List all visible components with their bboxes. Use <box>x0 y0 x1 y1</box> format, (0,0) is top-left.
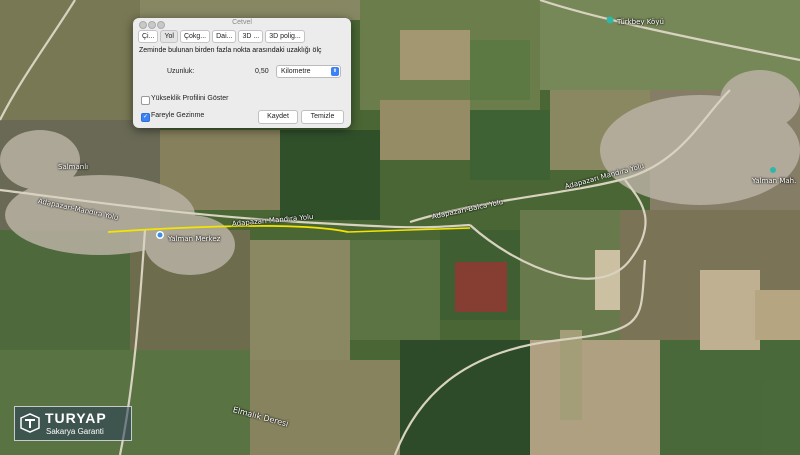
length-label: Uzunluk: <box>167 68 195 75</box>
elevation-profile-checkbox[interactable] <box>141 96 150 105</box>
logo-subtitle: Sakarya Garanti <box>46 427 104 436</box>
logo-name: TURYAP <box>45 410 107 426</box>
elevation-profile-label: Yükseklik Profilini Göster <box>151 95 229 102</box>
map-label-salmanli: Salmanlı <box>58 163 89 171</box>
unit-select[interactable]: Kilometre ⬍ <box>276 65 341 78</box>
tab-bar: Çi... Yol Çokg... Dai... 3D ... 3D polig… <box>138 30 305 43</box>
tab-3d-path[interactable]: 3D ... <box>238 30 264 43</box>
dialog-description: Zeminde bulunan birden fazla nokta arası… <box>139 47 322 54</box>
map-label-top-right: Türkbey Köyü <box>617 18 664 26</box>
map-label-village-right: Yalman Mah. <box>752 177 797 185</box>
map-label-yalman-merkez: Yalman Merkez <box>168 235 221 243</box>
tab-circle[interactable]: Dai... <box>212 30 237 43</box>
dialog-title: Cetvel <box>232 19 252 26</box>
clear-button[interactable]: Temizle <box>301 110 344 124</box>
unit-select-value: Kilometre <box>281 68 311 75</box>
satellite-map[interactable] <box>0 0 800 455</box>
dialog-titlebar[interactable]: Cetvel <box>133 18 351 29</box>
turyap-logo: TURYAP Sakarya Garanti <box>14 406 132 441</box>
ruler-dialog: Cetvel Çi... Yol Çokg... Dai... 3D ... 3… <box>133 18 351 128</box>
turyap-logo-icon <box>20 413 40 433</box>
mouse-navigation-checkbox[interactable]: ✓ <box>141 113 150 122</box>
mouse-navigation-label: Fareyle Gezinme <box>151 112 205 119</box>
tab-path[interactable]: Yol <box>160 30 178 43</box>
save-button[interactable]: Kaydet <box>258 110 298 124</box>
tab-line[interactable]: Çi... <box>138 30 159 43</box>
tab-3d-polygon[interactable]: 3D polig... <box>265 30 305 43</box>
length-value: 0,50 <box>255 68 269 75</box>
chevron-updown-icon: ⬍ <box>331 67 339 76</box>
tab-polygon[interactable]: Çokg... <box>179 30 211 43</box>
